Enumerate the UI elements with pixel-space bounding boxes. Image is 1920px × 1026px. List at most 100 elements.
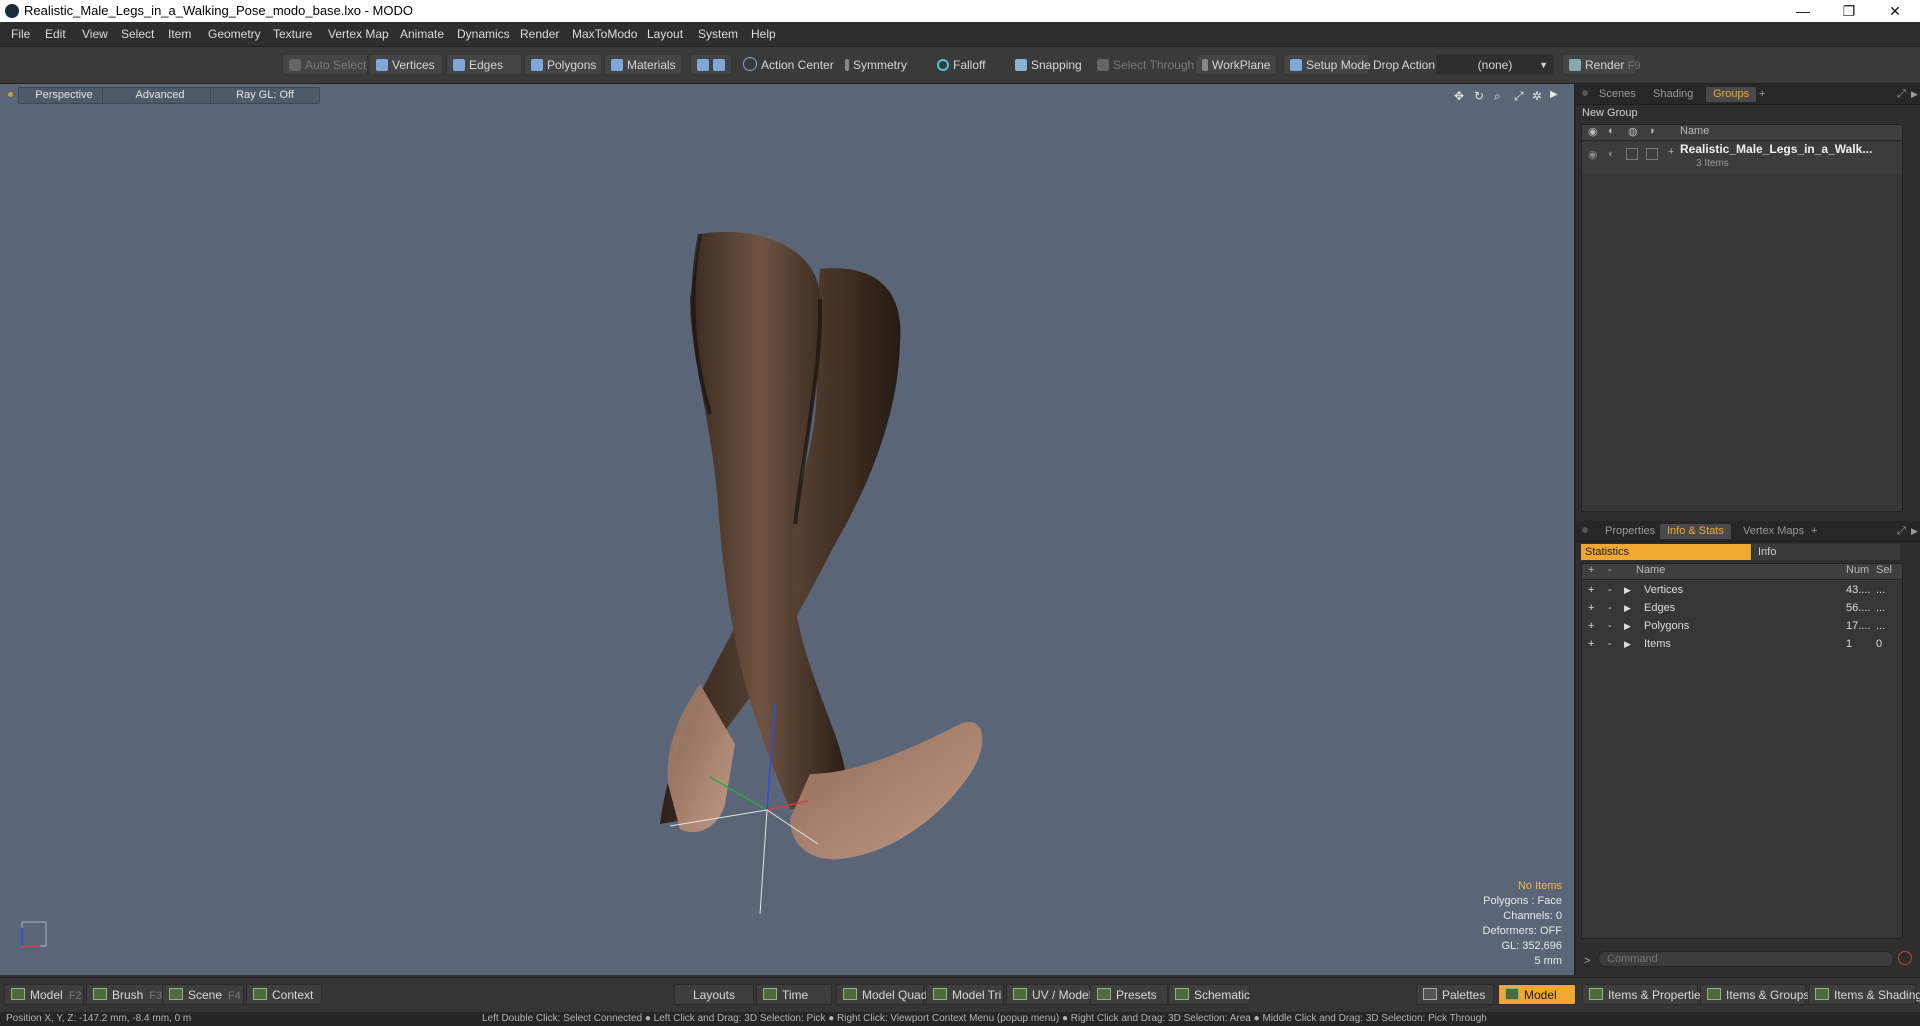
new-group-button[interactable]: New Group: [1582, 106, 1638, 121]
falloff-button[interactable]: Falloff: [930, 54, 1002, 75]
group-row[interactable]: ◉ ◐ + Realistic_Male_Legs_in_a_Walk... 3…: [1582, 142, 1902, 174]
tab-shading[interactable]: Shading: [1646, 87, 1700, 102]
render-col-icon[interactable]: ◐: [1608, 125, 1615, 137]
presets-button[interactable]: Presets: [1090, 984, 1168, 1005]
menu-layout[interactable]: Layout: [647, 27, 683, 41]
action-center-button[interactable]: Action Center: [736, 54, 834, 75]
row-add-icon[interactable]: +: [1588, 602, 1594, 614]
restore-button[interactable]: ❐: [1826, 0, 1872, 22]
menu-view[interactable]: View: [82, 27, 108, 41]
3d-viewport[interactable]: Perspective Advanced Ray GL: Off ✥ ↻ ⌕ ⤢…: [0, 84, 1576, 975]
items-properties-button[interactable]: Items & Properties: [1582, 984, 1707, 1005]
menu-maxtomodo[interactable]: MaxToModo: [572, 27, 637, 41]
render-toggle-icon[interactable]: ◐: [1608, 148, 1615, 160]
menu-select[interactable]: Select: [121, 27, 154, 41]
visibility-col-icon[interactable]: ◉: [1588, 125, 1598, 138]
select-col-icon[interactable]: ◑: [1648, 125, 1655, 137]
row-remove-icon[interactable]: -: [1608, 620, 1612, 632]
menu-item[interactable]: Item: [168, 27, 191, 41]
row-expand-icon[interactable]: ▶: [1624, 585, 1631, 596]
polygons-button[interactable]: Polygons: [524, 54, 602, 75]
lock-checkbox[interactable]: [1626, 148, 1638, 160]
row-add-icon[interactable]: +: [1588, 620, 1594, 632]
tab-properties[interactable]: Properties: [1598, 524, 1662, 539]
materials-button[interactable]: Materials: [604, 54, 682, 75]
stats-collapse-icon[interactable]: ▶: [1904, 524, 1920, 539]
stats-row-polygons[interactable]: + - ▶ Polygons 17.... ...: [1582, 618, 1902, 636]
row-remove-icon[interactable]: -: [1608, 584, 1612, 596]
workplane-icon: [1202, 59, 1208, 71]
menu-help[interactable]: Help: [751, 27, 776, 41]
auto-select-button[interactable]: Auto Select: [282, 54, 368, 75]
row-add-icon[interactable]: +: [1588, 584, 1594, 596]
expand-all-icon[interactable]: +: [1588, 564, 1594, 576]
tab-scenes[interactable]: Scenes: [1592, 87, 1643, 102]
subtab-info[interactable]: Info: [1752, 544, 1900, 560]
visibility-eye-icon[interactable]: ◉: [1588, 148, 1598, 161]
uv-model-button[interactable]: UV / Model: [1006, 984, 1092, 1005]
menu-animate[interactable]: Animate: [400, 27, 444, 41]
vertices-button[interactable]: Vertices: [369, 54, 443, 75]
uv-model-label: UV / Model: [1032, 988, 1092, 1002]
row-expand-icon[interactable]: ▶: [1624, 621, 1631, 632]
minimize-button[interactable]: —: [1780, 0, 1826, 22]
setup-mode-button[interactable]: Setup Mode: [1283, 54, 1371, 75]
items-shading-button[interactable]: Items & Shading: [1808, 984, 1920, 1005]
row-expand-icon[interactable]: ▶: [1624, 639, 1631, 650]
collapse-all-icon[interactable]: -: [1608, 564, 1612, 576]
drop-action-select[interactable]: (none) ▼: [1436, 54, 1554, 75]
stats-row-vertices[interactable]: + - ▶ Vertices 43.... ...: [1582, 582, 1902, 600]
stats-panel-menu-icon[interactable]: [1582, 527, 1588, 533]
lock-col-icon[interactable]: ◍: [1628, 125, 1638, 138]
close-button[interactable]: ✕: [1872, 0, 1918, 22]
row-remove-icon[interactable]: -: [1608, 602, 1612, 614]
command-input[interactable]: [1598, 951, 1894, 967]
render-button[interactable]: Render F9: [1562, 54, 1641, 75]
stats-row-edges[interactable]: + - ▶ Edges 56.... ...: [1582, 600, 1902, 618]
items-groups-button[interactable]: Items & Groups: [1700, 984, 1809, 1005]
menu-system[interactable]: System: [698, 27, 738, 41]
menu-file[interactable]: File: [11, 27, 30, 41]
subtab-statistics[interactable]: Statistics: [1581, 544, 1751, 560]
menu-render[interactable]: Render: [520, 27, 559, 41]
brush-layout-button[interactable]: Brush F3: [86, 984, 166, 1005]
layout-grid-icon: [1707, 988, 1721, 1000]
layout-grid-icon: [253, 988, 267, 1000]
expand-group-icon[interactable]: +: [1668, 146, 1674, 158]
add-stats-tab-icon[interactable]: +: [1804, 524, 1824, 539]
palettes-button[interactable]: Palettes: [1416, 984, 1494, 1005]
panel-collapse-icon[interactable]: ▶: [1904, 87, 1920, 102]
menu-texture[interactable]: Texture: [273, 27, 312, 41]
context-layout-button[interactable]: Context: [246, 984, 322, 1005]
model-layout-button[interactable]: Model F2: [4, 984, 84, 1005]
select-checkbox[interactable]: [1646, 148, 1658, 160]
command-history-icon[interactable]: [1898, 951, 1912, 965]
model-tab-active[interactable]: Model: [1498, 984, 1576, 1005]
menu-edit[interactable]: Edit: [45, 27, 66, 41]
stats-row-items[interactable]: + - ▶ Items 1 0: [1582, 636, 1902, 654]
menu-geometry[interactable]: Geometry: [208, 27, 261, 41]
schematic-button[interactable]: Schematic: [1168, 984, 1250, 1005]
workplane-button[interactable]: WorkPlane: [1195, 54, 1277, 75]
tab-vertex-maps[interactable]: Vertex Maps: [1736, 524, 1811, 539]
row-expand-icon[interactable]: ▶: [1624, 603, 1631, 614]
model-quad-button[interactable]: Model Quad: [836, 984, 927, 1005]
select-mode-icons[interactable]: [690, 54, 732, 75]
row-remove-icon[interactable]: -: [1608, 638, 1612, 650]
edges-button[interactable]: Edges: [446, 54, 522, 75]
add-tab-icon[interactable]: +: [1752, 87, 1772, 102]
symmetry-button[interactable]: Symmetry: [838, 54, 918, 75]
panel-menu-icon[interactable]: [1582, 90, 1588, 96]
tab-groups[interactable]: Groups: [1706, 87, 1757, 102]
snapping-button[interactable]: Snapping: [1008, 54, 1092, 75]
time-layout-button[interactable]: Time: [756, 984, 832, 1005]
menu-dynamics[interactable]: Dynamics: [457, 27, 510, 41]
menu-vertex-map[interactable]: Vertex Map: [328, 27, 389, 41]
row-add-icon[interactable]: +: [1588, 638, 1594, 650]
select-through-button[interactable]: Select Through: [1090, 54, 1194, 75]
scene-layout-button[interactable]: Scene F4: [162, 984, 244, 1005]
tab-info-stats[interactable]: Info & Stats: [1660, 524, 1731, 539]
layouts-button[interactable]: Layouts: [674, 984, 754, 1005]
grid-line-y-icon: [759, 809, 768, 915]
model-tri-button[interactable]: Model Tri: [926, 984, 1004, 1005]
